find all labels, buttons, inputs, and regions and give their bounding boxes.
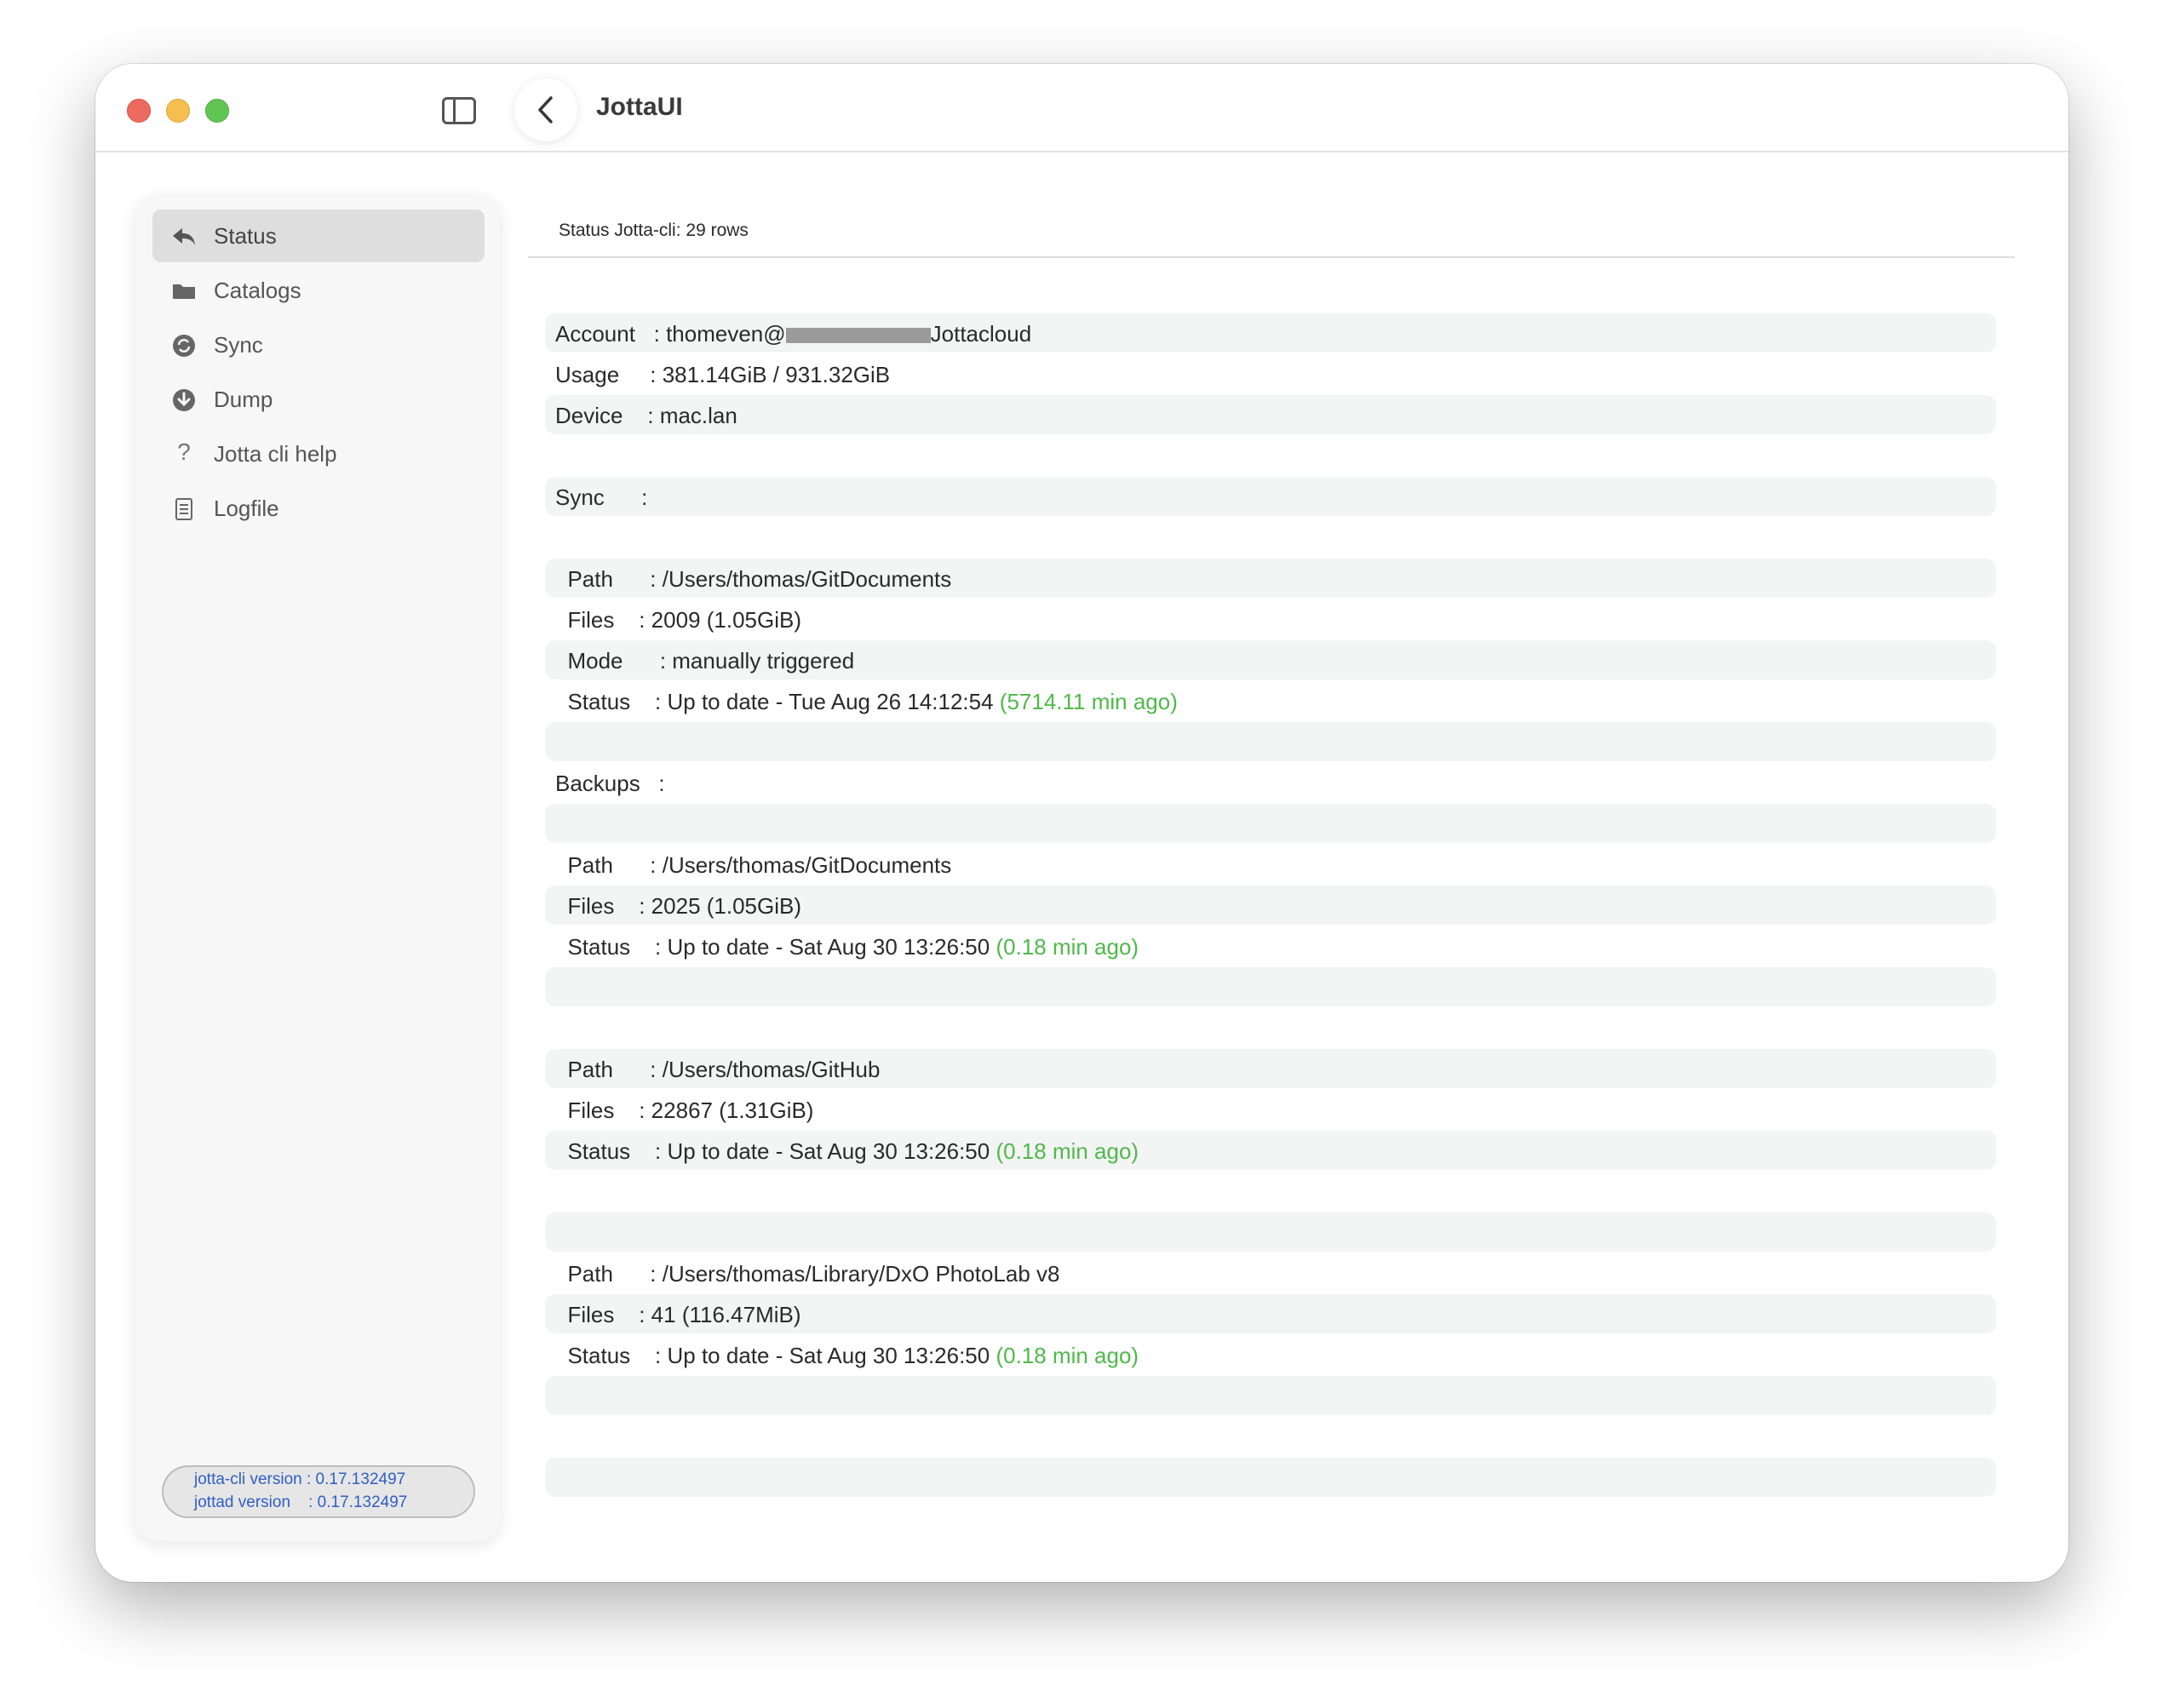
table-row — [545, 1212, 1996, 1252]
folder-icon — [173, 284, 195, 299]
row-text: Sync : — [555, 484, 648, 510]
table-row — [545, 518, 1996, 557]
sidebar-item-catalogs[interactable]: Catalogs — [152, 264, 485, 317]
sidebar-item-status[interactable]: Status — [152, 209, 485, 262]
table-header: Status Jotta-cli: 29 rows — [559, 221, 749, 240]
row-text: Status : Up to date - Sat Aug 30 13:26:5… — [555, 934, 1139, 960]
titlebar: JottaUI — [95, 64, 2068, 152]
back-button[interactable] — [514, 78, 577, 141]
table-row — [545, 804, 1996, 843]
document-icon — [175, 498, 192, 520]
table-row: Status : Up to date - Tue Aug 26 14:12:5… — [545, 681, 1996, 720]
table-row: Path : /Users/thomas/GitDocuments — [545, 559, 1996, 598]
row-text: Path : /Users/thomas/GitDocuments — [555, 566, 952, 592]
row-text: Files : 2025 (1.05GiB) — [555, 893, 802, 919]
sidebar-item-logfile[interactable]: Logfile — [152, 482, 485, 535]
sidebar-item-label: Status — [214, 223, 277, 249]
table-row: Status : Up to date - Sat Aug 30 13:26:5… — [545, 926, 1996, 966]
sidebar-item-label: Sync — [214, 332, 263, 358]
table-row: Path : /Users/thomas/Library/DxO PhotoLa… — [545, 1253, 1996, 1292]
minimize-window-button[interactable] — [166, 99, 190, 123]
table-row — [545, 1172, 1996, 1211]
elapsed-time-text: (5714.11 min ago) — [999, 689, 1178, 714]
row-text: Mode : manually triggered — [555, 648, 855, 673]
row-text: Status : Up to date - Sat Aug 30 13:26:5… — [555, 1138, 1139, 1164]
sidebar-item-sync[interactable]: Sync — [152, 318, 485, 371]
table-row: Status : Up to date - Sat Aug 30 13:26:5… — [545, 1131, 1996, 1170]
row-text: Files : 41 (116.47MiB) — [555, 1302, 801, 1327]
sidebar-item-label: Logfile — [214, 496, 279, 521]
table-row — [545, 1417, 1996, 1456]
sidebar-item-dump[interactable]: Dump — [152, 373, 485, 426]
table-row: Account : thomeven@ Jottacloud — [545, 313, 1996, 352]
table-row: Files : 22867 (1.31GiB) — [545, 1090, 1996, 1129]
row-text: Path : /Users/thomas/Library/DxO PhotoLa… — [555, 1261, 1060, 1287]
version-info-badge: jotta-cli version : 0.17.132497 jottad v… — [162, 1465, 475, 1518]
sidebar-toggle-icon[interactable] — [442, 97, 476, 124]
sidebar: Status Catalogs Sync Dump ? Jotta cli he… — [135, 196, 500, 1541]
sidebar-item-jotta-cli-help[interactable]: ? Jotta cli help — [152, 427, 485, 480]
reply-arrow-icon — [173, 228, 195, 245]
window-title: JottaUI — [596, 93, 683, 121]
app-window: JottaUI Status Catalogs Sync Dump ? Jott… — [95, 64, 2068, 1582]
table-row — [545, 436, 1996, 475]
table-row: Device : mac.lan — [545, 395, 1996, 434]
row-text: Status : Up to date - Sat Aug 30 13:26:5… — [555, 1343, 1139, 1368]
chevron-left-icon — [538, 96, 553, 123]
row-text: Account : thomeven@ Jottacloud — [555, 321, 1032, 347]
maximize-window-button[interactable] — [205, 99, 229, 123]
row-text: Path : /Users/thomas/GitDocuments — [555, 852, 952, 878]
row-text: Status : Up to date - Tue Aug 26 14:12:5… — [555, 689, 1178, 714]
header-divider — [528, 256, 2015, 258]
elapsed-time-text: (0.18 min ago) — [995, 934, 1139, 960]
main-content: Status Jotta-cli: 29 rows Account : thom… — [521, 152, 2068, 1582]
row-text: Backups : — [555, 771, 665, 796]
cli-version-text: jotta-cli version : 0.17.132497 — [194, 1470, 406, 1488]
row-suffix-text: Jottacloud — [930, 321, 1032, 347]
table-row: Mode : manually triggered — [545, 640, 1996, 679]
table-row: Backups : — [545, 763, 1996, 802]
table-row: Files : 41 (116.47MiB) — [545, 1294, 1996, 1333]
row-text: Path : /Users/thomas/GitHub — [555, 1057, 881, 1082]
table-row: Path : /Users/thomas/GitHub — [545, 1049, 1996, 1088]
sidebar-item-label: Catalogs — [214, 278, 301, 303]
table-row — [545, 1008, 1996, 1047]
sidebar-item-label: Dump — [214, 387, 273, 412]
table-row: Files : 2009 (1.05GiB) — [545, 599, 1996, 639]
table-row: Sync : — [545, 477, 1996, 516]
table-row: Files : 2025 (1.05GiB) — [545, 886, 1996, 925]
table-row: Path : /Users/thomas/GitDocuments — [545, 845, 1996, 884]
row-text: Usage : 381.14GiB / 931.32GiB — [555, 362, 891, 387]
download-icon — [173, 389, 195, 411]
daemon-version-text: jottad version : 0.17.132497 — [194, 1493, 408, 1511]
question-mark-icon: ? — [177, 438, 191, 465]
row-text: Device : mac.lan — [555, 403, 737, 428]
row-text: Files : 22867 (1.31GiB) — [555, 1098, 814, 1123]
elapsed-time-text: (0.18 min ago) — [995, 1138, 1139, 1164]
close-window-button[interactable] — [127, 99, 151, 123]
table-row — [545, 1376, 1996, 1415]
table-row: Status : Up to date - Sat Aug 30 13:26:5… — [545, 1335, 1996, 1374]
row-text: Files : 2009 (1.05GiB) — [555, 607, 802, 633]
sidebar-item-label: Jotta cli help — [214, 441, 337, 467]
sync-icon — [173, 335, 195, 357]
elapsed-time-text: (0.18 min ago) — [995, 1343, 1139, 1368]
table-row: Usage : 381.14GiB / 931.32GiB — [545, 354, 1996, 393]
table-row — [545, 967, 1996, 1006]
table-row — [545, 1458, 1996, 1497]
redacted-block — [785, 328, 931, 344]
table-row — [545, 722, 1996, 761]
